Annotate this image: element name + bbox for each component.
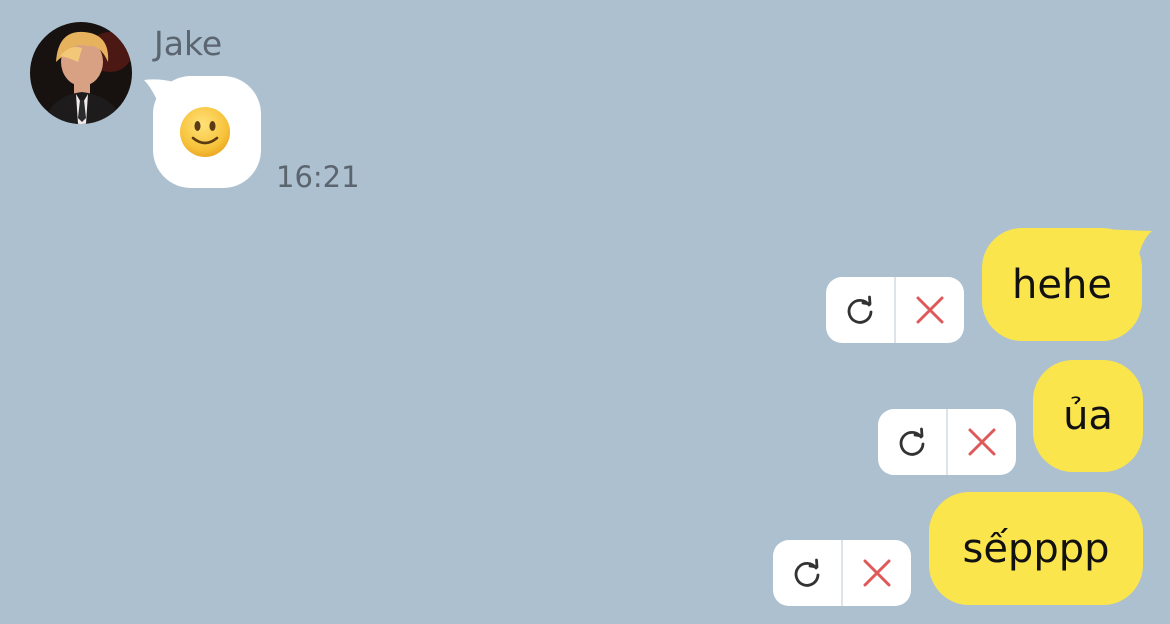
failed-message-controls <box>826 277 964 343</box>
resend-button[interactable] <box>878 409 946 475</box>
delete-button[interactable] <box>946 409 1016 475</box>
avatar[interactable] <box>30 22 132 124</box>
outgoing-message-text: ủa <box>1063 393 1113 439</box>
retry-icon <box>899 427 925 456</box>
resend-button[interactable] <box>826 277 894 343</box>
close-icon <box>916 296 944 324</box>
outgoing-message-text: sếpppp <box>962 525 1110 572</box>
delete-button[interactable] <box>894 277 964 343</box>
outgoing-message-bubble[interactable]: hehe <box>982 228 1142 341</box>
message-timestamp: 16:21 <box>276 160 360 194</box>
failed-message-controls <box>773 540 911 606</box>
retry-icon <box>794 558 820 587</box>
sender-name: Jake <box>154 24 223 63</box>
resend-button[interactable] <box>773 540 841 606</box>
close-icon <box>968 428 996 456</box>
failed-message-controls <box>878 409 1016 475</box>
outgoing-message-bubble[interactable]: sếpppp <box>929 492 1143 605</box>
outgoing-message-text: hehe <box>1012 261 1112 308</box>
delete-button[interactable] <box>841 540 911 606</box>
slightly-smiling-face-icon <box>180 107 230 157</box>
retry-icon <box>847 295 873 324</box>
outgoing-message-bubble[interactable]: ủa <box>1033 360 1143 472</box>
close-icon <box>863 559 891 587</box>
